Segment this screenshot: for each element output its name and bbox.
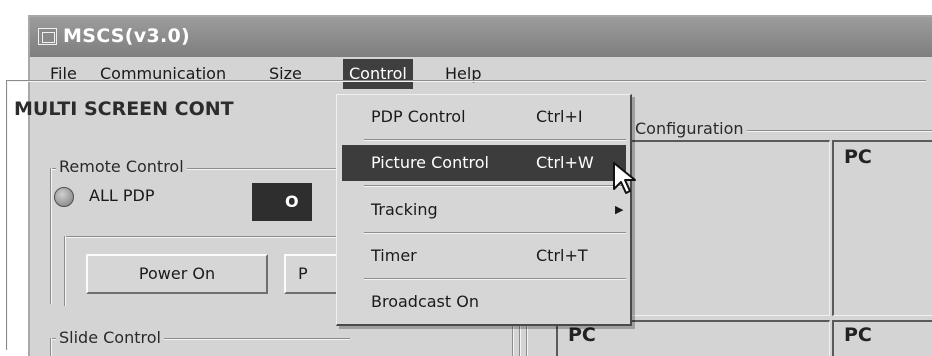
power-group-top <box>64 236 350 237</box>
menu-separator-1 <box>364 139 626 140</box>
slide-control-group-left <box>50 338 51 356</box>
panel-title: MULTI SCREEN CONT <box>14 98 234 120</box>
all-pdp-label: ALL PDP <box>89 186 155 205</box>
on-toggle-button[interactable]: O <box>252 183 312 221</box>
control-dropdown-menu: PDP Control Ctrl+I Picture Control Ctrl+… <box>336 94 632 326</box>
remote-control-label: Remote Control <box>56 157 187 176</box>
picture-control-shortcut: Ctrl+W <box>536 153 594 172</box>
pdp-control-shortcut: Ctrl+I <box>536 107 583 126</box>
pdp-control-label: PDP Control <box>371 107 466 126</box>
menu-separator-2 <box>364 185 626 186</box>
power-group-left <box>64 236 65 306</box>
remote-control-group-left <box>50 168 51 304</box>
config-cell-pc-2-label: PC <box>568 324 596 346</box>
power-on-button[interactable]: Power On <box>86 254 268 294</box>
config-cell-pc-1-label: PC <box>844 146 872 168</box>
submenu-arrow-icon: ▶ <box>615 203 624 216</box>
mouse-pointer-icon <box>613 162 636 194</box>
config-cell-pc-3[interactable]: PC <box>832 320 932 356</box>
menu-item-pdp-control[interactable]: PDP Control Ctrl+I <box>342 99 626 135</box>
broadcast-on-label: Broadcast On <box>371 292 479 311</box>
timer-shortcut: Ctrl+T <box>536 246 588 265</box>
config-cell-pc-3-label: PC <box>844 324 872 346</box>
slide-control-label: Slide Control <box>56 328 164 347</box>
timer-label: Timer <box>371 246 417 265</box>
menu-item-picture-control[interactable]: Picture Control Ctrl+W <box>342 145 626 181</box>
configuration-label: Configuration <box>632 119 747 138</box>
app-monitor-icon <box>38 28 57 45</box>
picture-control-label: Picture Control <box>371 153 489 172</box>
config-cell-pc-1[interactable]: PC <box>832 140 932 316</box>
tracking-label: Tracking <box>371 200 438 219</box>
window-title: MSCS(v3.0) <box>63 25 190 47</box>
menu-item-tracking[interactable]: Tracking ▶ <box>342 192 626 228</box>
menu-item-timer[interactable]: Timer Ctrl+T <box>342 238 626 274</box>
menu-separator-4 <box>364 278 626 279</box>
menu-item-broadcast-on[interactable]: Broadcast On <box>342 284 626 320</box>
all-pdp-indicator-icon <box>54 187 74 207</box>
menu-separator-3 <box>364 232 626 233</box>
title-bar: MSCS(v3.0) <box>30 17 932 57</box>
